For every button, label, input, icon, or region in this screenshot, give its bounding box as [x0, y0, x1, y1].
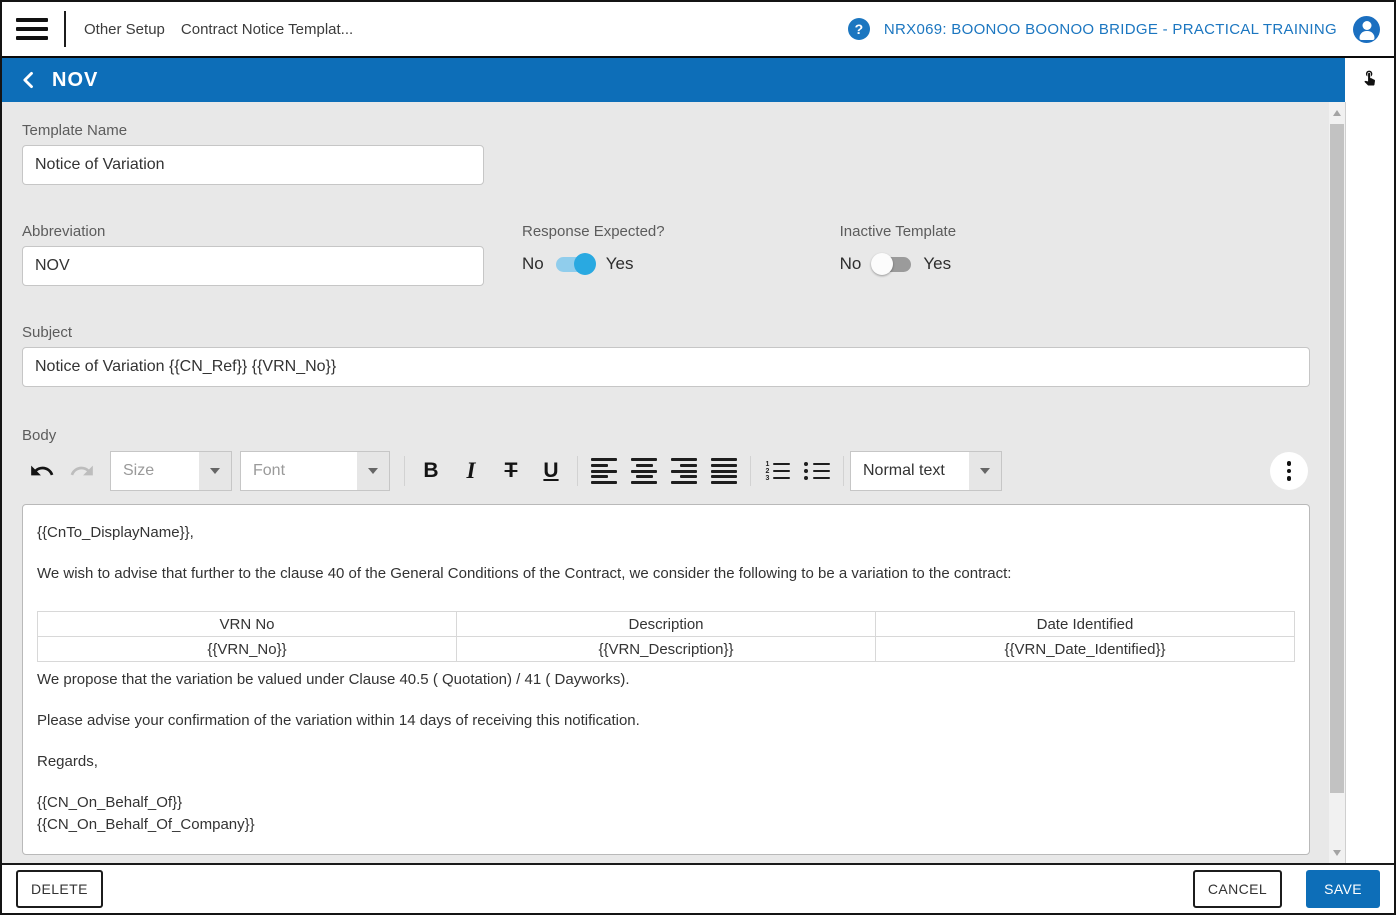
breadcrumb-other-setup[interactable]: Other Setup	[84, 21, 165, 38]
paragraph-style-dropdown[interactable]: Normal text	[850, 451, 1002, 491]
bullet-list-icon[interactable]	[797, 451, 837, 491]
abbreviation-label: Abbreviation	[22, 223, 484, 240]
table-header-vrn-no: VRN No	[38, 612, 457, 637]
editor-paragraph: Regards,	[37, 752, 1295, 772]
editor-paragraph: {{CN_On_Behalf_Of_Company}}	[37, 815, 1295, 835]
abbreviation-input[interactable]	[22, 246, 484, 286]
table-cell-date-identified: {{VRN_Date_Identified}}	[876, 637, 1295, 662]
editor-toolbar: Size Font B I T U	[22, 448, 1310, 494]
redo-icon[interactable]	[62, 451, 102, 491]
subject-label: Subject	[22, 324, 1329, 341]
toolbar-separator	[750, 456, 751, 486]
editor-paragraph: Please advise your confirmation of the v…	[37, 711, 1295, 731]
font-size-value: Size	[111, 452, 199, 490]
template-name-input[interactable]	[22, 145, 484, 185]
template-form: Template Name Abbreviation Response Expe…	[2, 102, 1329, 863]
underline-icon[interactable]: U	[531, 451, 571, 491]
ordered-list-icon[interactable]: 1 2 3	[757, 451, 797, 491]
scroll-down-icon[interactable]	[1329, 844, 1345, 861]
font-family-value: Font	[241, 452, 357, 490]
chevron-down-icon	[357, 452, 389, 490]
abbreviation-field-group: Abbreviation	[22, 223, 484, 286]
font-family-dropdown[interactable]: Font	[240, 451, 390, 491]
response-expected-label: Response Expected?	[522, 223, 665, 240]
title-row: NOV	[2, 58, 1394, 102]
chevron-down-icon	[199, 452, 231, 490]
table-header-date-identified: Date Identified	[876, 612, 1295, 637]
body-label: Body	[22, 427, 1329, 444]
bold-icon[interactable]: B	[411, 451, 451, 491]
touch-pointer-icon[interactable]	[1361, 67, 1378, 87]
template-name-label: Template Name	[22, 122, 1329, 139]
font-size-dropdown[interactable]: Size	[110, 451, 232, 491]
table-header-description: Description	[457, 612, 876, 637]
inactive-template-group: Inactive Template No Yes	[840, 223, 956, 286]
table-cell-vrn-no: {{VRN_No}}	[38, 637, 457, 662]
table-header-row: VRN No Description Date Identified	[38, 612, 1295, 637]
chevron-left-icon	[19, 70, 39, 90]
inactive-template-no-label: No	[840, 254, 862, 274]
editor-paragraph: We propose that the variation be valued …	[37, 670, 1295, 690]
breadcrumb: Other Setup Contract Notice Templat...	[84, 21, 369, 38]
response-expected-yes-label: Yes	[606, 254, 634, 274]
topbar-divider	[64, 11, 66, 47]
page-title: NOV	[52, 69, 98, 92]
toolbar-separator	[843, 456, 844, 486]
inactive-template-label: Inactive Template	[840, 223, 956, 240]
inactive-template-yes-label: Yes	[923, 254, 951, 274]
page-header: NOV	[2, 58, 1345, 102]
template-name-field-group: Template Name	[22, 122, 1329, 185]
main-row: Template Name Abbreviation Response Expe…	[2, 102, 1394, 863]
scroll-up-icon[interactable]	[1329, 104, 1345, 121]
response-expected-no-label: No	[522, 254, 544, 274]
action-bar: DELETE CANCEL SAVE	[2, 863, 1394, 913]
scrollbar-thumb[interactable]	[1330, 124, 1344, 793]
subject-field-group: Subject	[22, 324, 1329, 387]
delete-button[interactable]: DELETE	[16, 870, 103, 908]
editor-paragraph: We wish to advise that further to the cl…	[37, 564, 1295, 584]
back-button[interactable]	[14, 65, 44, 95]
top-bar: Other Setup Contract Notice Templat... ?…	[2, 2, 1394, 58]
table-row: {{VRN_No}} {{VRN_Description}} {{VRN_Dat…	[38, 637, 1295, 662]
response-expected-toggle[interactable]	[556, 257, 594, 272]
inactive-template-toggle[interactable]	[873, 257, 911, 272]
editor-paragraph: {{CN_On_Behalf_Of}}	[37, 793, 1295, 813]
right-strip	[1345, 102, 1394, 863]
editor-paragraph: {{CnTo_DisplayName}},	[37, 523, 1295, 543]
app-window: Other Setup Contract Notice Templat... ?…	[0, 0, 1396, 915]
breadcrumb-contract-notice-templates[interactable]: Contract Notice Templat...	[181, 21, 353, 38]
response-expected-group: Response Expected? No Yes	[522, 223, 665, 286]
chevron-down-icon	[969, 452, 1001, 490]
help-icon[interactable]: ?	[848, 18, 870, 40]
subject-input[interactable]	[22, 347, 1310, 387]
undo-icon[interactable]	[22, 451, 62, 491]
cancel-button[interactable]: CANCEL	[1193, 870, 1282, 908]
variation-table: VRN No Description Date Identified {{VRN…	[37, 611, 1295, 662]
body-editor[interactable]: {{CnTo_DisplayName}}, We wish to advise …	[22, 504, 1310, 855]
align-justify-icon[interactable]	[704, 451, 744, 491]
toolbar-separator	[577, 456, 578, 486]
align-right-icon[interactable]	[664, 451, 704, 491]
project-title-link[interactable]: NRX069: BOONOO BOONOO BRIDGE - PRACTICAL…	[884, 21, 1337, 38]
user-avatar-icon[interactable]	[1353, 16, 1380, 43]
save-button[interactable]: SAVE	[1306, 870, 1380, 908]
align-left-icon[interactable]	[584, 451, 624, 491]
paragraph-style-value: Normal text	[851, 452, 969, 490]
toolbar-separator	[404, 456, 405, 486]
italic-icon[interactable]: I	[451, 451, 491, 491]
table-cell-description: {{VRN_Description}}	[457, 637, 876, 662]
right-strip-top	[1345, 58, 1394, 102]
strikethrough-icon[interactable]: T	[491, 451, 531, 491]
more-options-icon[interactable]	[1270, 452, 1308, 490]
hamburger-menu-icon[interactable]	[16, 18, 48, 40]
align-center-icon[interactable]	[624, 451, 664, 491]
vertical-scrollbar[interactable]	[1329, 102, 1345, 863]
abbreviation-row: Abbreviation Response Expected? No Yes I…	[22, 223, 1329, 286]
